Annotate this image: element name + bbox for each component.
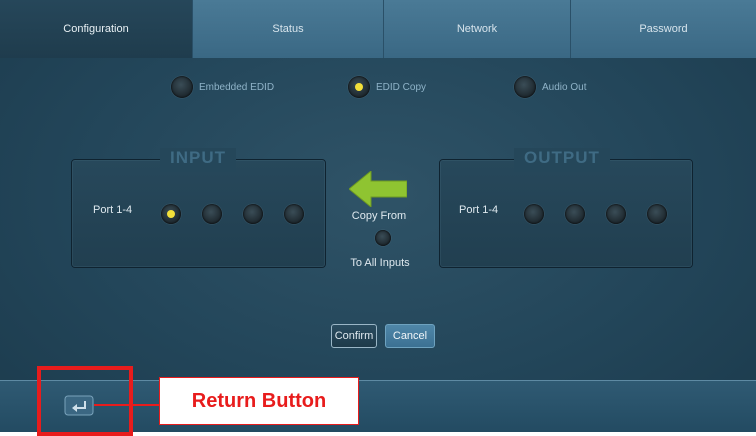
embedded-edid-radio[interactable] [171, 76, 193, 98]
audio-out-label: Audio Out [542, 81, 587, 93]
callout-leader-line [94, 404, 159, 406]
input-panel-title: INPUT [160, 148, 236, 172]
input-panel: INPUT Port 1-4 [71, 148, 326, 268]
tab-status[interactable]: Status [193, 0, 384, 58]
tab-network[interactable]: Network [384, 0, 571, 58]
mode-audio-out[interactable]: Audio Out [514, 76, 586, 98]
output-port-2-radio[interactable] [565, 204, 585, 224]
to-all-inputs-radio[interactable] [375, 230, 391, 246]
mode-embedded-edid[interactable]: Embedded EDID [171, 76, 274, 98]
edid-copy-radio[interactable] [348, 76, 370, 98]
output-panel: OUTPUT Port 1-4 [439, 148, 693, 268]
edid-copy-label: EDID Copy [376, 81, 427, 93]
confirm-button[interactable]: Confirm [331, 324, 377, 348]
audio-out-radio[interactable] [514, 76, 536, 98]
tab-configuration[interactable]: Configuration [0, 0, 193, 58]
input-port-3-radio[interactable] [243, 204, 263, 224]
cancel-button[interactable]: Cancel [385, 324, 435, 348]
output-port-3-radio[interactable] [606, 204, 626, 224]
edid-settings-screen: Configuration Status Network Password Em… [0, 0, 756, 436]
output-panel-title: OUTPUT [514, 148, 610, 172]
left-arrow-icon [349, 171, 407, 207]
output-port-1-radio[interactable] [524, 204, 544, 224]
tab-bar: Configuration Status Network Password [0, 0, 756, 58]
input-port-4-radio[interactable] [284, 204, 304, 224]
copy-from-label: Copy From [351, 210, 407, 222]
input-port-2-radio[interactable] [202, 204, 222, 224]
mode-edid-copy[interactable]: EDID Copy [348, 76, 426, 98]
output-port-label: Port 1-4 [459, 204, 499, 216]
input-port-label: Port 1-4 [93, 204, 133, 216]
return-button-callout: Return Button [159, 377, 359, 425]
output-port-4-radio[interactable] [647, 204, 667, 224]
return-button-highlight [37, 366, 133, 436]
tab-password[interactable]: Password [571, 0, 756, 58]
embedded-edid-label: Embedded EDID [199, 81, 275, 93]
input-port-1-radio[interactable] [161, 204, 181, 224]
to-all-inputs-label: To All Inputs [350, 257, 410, 269]
